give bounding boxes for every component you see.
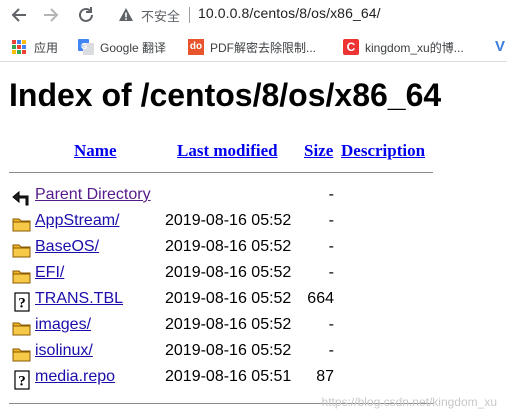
table-row: AppStream/2019-08-16 05:52 - xyxy=(0,211,507,237)
unknown-file-icon: ? xyxy=(12,370,32,390)
address-separator xyxy=(189,7,190,23)
size-cell: - xyxy=(328,342,334,359)
file-link[interactable]: isolinux/ xyxy=(35,342,93,360)
bookmark-v[interactable]: V xyxy=(495,38,507,56)
forward-arrow-icon[interactable] xyxy=(40,4,62,26)
apps-icon xyxy=(12,39,28,55)
header-divider xyxy=(9,172,433,173)
size-cell: - xyxy=(328,238,334,255)
csdn-icon: C xyxy=(343,39,359,55)
column-header-last-modified[interactable]: Last modified xyxy=(177,141,278,161)
bookmark-label: 应用 xyxy=(34,40,59,55)
column-header-name[interactable]: Name xyxy=(74,141,116,161)
table-row: BaseOS/2019-08-16 05:52 - xyxy=(0,237,507,263)
bookmark-csdn[interactable]: C kingdom_xu的博... xyxy=(343,38,464,56)
table-row: isolinux/2019-08-16 05:52 - xyxy=(0,341,507,367)
browser-toolbar: 不安全 10.0.0.8/centos/8/os/x86_64/ xyxy=(0,0,507,30)
bookmark-label: Google 翻译 xyxy=(100,40,167,55)
folder-icon xyxy=(12,344,32,364)
address-bar-url[interactable]: 10.0.0.8/centos/8/os/x86_64/ xyxy=(198,5,381,21)
svg-text:?: ? xyxy=(18,296,26,312)
reload-icon[interactable] xyxy=(75,4,97,26)
bookmark-apps[interactable]: 应用 xyxy=(12,38,58,56)
parent-directory-icon xyxy=(12,188,32,208)
table-row: images/2019-08-16 05:52 - xyxy=(0,315,507,341)
file-link[interactable]: media.repo xyxy=(35,368,115,386)
bookmark-label: PDF解密去除限制... xyxy=(210,40,317,55)
last-modified-cell: 2019-08-16 05:52 xyxy=(165,238,292,255)
last-modified-cell: 2019-08-16 05:52 xyxy=(165,212,292,229)
table-row: EFI/2019-08-16 05:52 - xyxy=(0,263,507,289)
last-modified-cell: 2019-08-16 05:52 xyxy=(165,290,292,307)
last-modified-cell: 2019-08-16 05:52 xyxy=(165,264,292,281)
size-cell: 664 xyxy=(307,290,334,307)
folder-icon xyxy=(12,266,32,286)
table-row: ? media.repo 2019-08-16 05:51 87 xyxy=(0,367,507,393)
table-row: ? TRANS.TBL 2019-08-16 05:52 664 xyxy=(0,289,507,315)
size-cell: - xyxy=(328,186,334,203)
folder-icon xyxy=(12,318,32,338)
folder-icon xyxy=(12,214,32,234)
bookmark-google-translate[interactable]: G Google 翻译 xyxy=(78,38,166,56)
size-cell: 87 xyxy=(316,368,334,385)
last-modified-cell: 2019-08-16 05:51 xyxy=(165,368,292,385)
size-cell: - xyxy=(328,264,334,281)
pdf-icon: do xyxy=(188,39,204,55)
bookmarks-bar: 应用 G Google 翻译 do PDF解密去除限制... C kingdom… xyxy=(0,30,507,62)
watermark: https://blog.csdn.net/kingdom_xu xyxy=(321,395,497,409)
back-arrow-icon[interactable] xyxy=(8,4,30,26)
last-modified-cell: 2019-08-16 05:52 xyxy=(165,342,292,359)
column-header-size[interactable]: Size xyxy=(304,141,333,161)
file-link[interactable]: AppStream/ xyxy=(35,212,119,230)
google-translate-icon: G xyxy=(78,39,94,55)
svg-text:G: G xyxy=(81,42,87,51)
table-row: Parent Directory - xyxy=(0,185,507,211)
file-link[interactable]: EFI/ xyxy=(35,264,64,282)
svg-text:?: ? xyxy=(18,374,26,390)
unknown-file-icon: ? xyxy=(12,292,32,312)
bookmark-pdf[interactable]: do PDF解密去除限制... xyxy=(188,38,316,56)
last-modified-cell: 2019-08-16 05:52 xyxy=(165,316,292,333)
warning-icon[interactable] xyxy=(118,7,134,23)
file-link[interactable]: BaseOS/ xyxy=(35,238,99,256)
size-cell: - xyxy=(328,316,334,333)
column-header-description[interactable]: Description xyxy=(341,141,425,161)
file-link[interactable]: TRANS.TBL xyxy=(35,290,123,308)
file-link[interactable]: images/ xyxy=(35,316,91,334)
size-cell: - xyxy=(328,212,334,229)
v-icon: V xyxy=(495,38,506,55)
security-label[interactable]: 不安全 xyxy=(141,6,180,25)
page-title: Index of /centos/8/os/x86_64 xyxy=(9,77,442,113)
folder-icon xyxy=(12,240,32,260)
bookmark-label: kingdom_xu的博... xyxy=(365,40,464,55)
file-link[interactable]: Parent Directory xyxy=(35,186,151,204)
